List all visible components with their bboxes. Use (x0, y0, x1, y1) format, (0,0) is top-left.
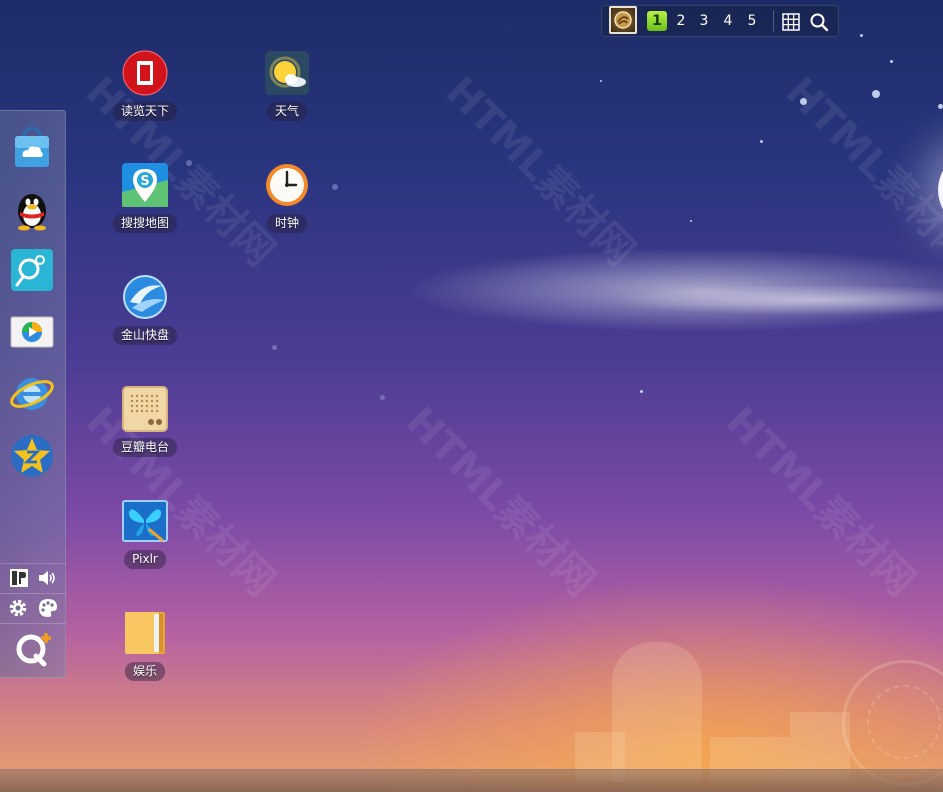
qq-browser-icon (11, 249, 53, 291)
app-weather[interactable]: 天气 (242, 48, 332, 121)
dock-divider (0, 593, 66, 594)
moon-glow (938, 150, 943, 230)
desktop-pager: 1 2 3 4 5 (601, 5, 839, 37)
grid-view-icon (782, 13, 800, 31)
map-pin-icon: S (122, 163, 168, 207)
page-1-button[interactable]: 1 (647, 11, 667, 31)
dock-qq[interactable] (9, 185, 55, 231)
star-decoration (690, 220, 692, 222)
app-entertainment-folder[interactable]: 娱乐 (100, 608, 190, 681)
city-silhouette (612, 642, 702, 782)
dock-qq-browser[interactable] (9, 247, 55, 293)
app-label: 时钟 (266, 214, 307, 233)
app-label: 娱乐 (124, 662, 165, 681)
app-sogou-map[interactable]: S 搜搜地图 (100, 160, 190, 233)
app-douban[interactable]: 豆瓣电台 (100, 384, 190, 457)
theme-button[interactable] (37, 597, 59, 619)
watermark: HTML素材网 (436, 68, 644, 276)
star-decoration (860, 34, 863, 37)
theme-palette-icon (39, 599, 57, 617)
weather-sun-icon (265, 51, 309, 95)
qzone-star-icon (11, 435, 53, 477)
app-label: Pixlr (124, 550, 166, 569)
cloud-disk-icon (123, 275, 167, 319)
qplus-button[interactable] (14, 629, 54, 669)
app-label: 天气 (266, 102, 307, 121)
star-decoration (332, 184, 338, 190)
tencent-video-icon (10, 316, 54, 348)
dock-qzone[interactable] (9, 433, 55, 479)
page-3-button[interactable]: 3 (694, 11, 714, 31)
star-decoration (760, 140, 763, 143)
app-label: 读览天下 (112, 102, 177, 121)
dock-tencent-video[interactable] (9, 309, 55, 355)
app-kuaipan[interactable]: 金山快盘 (100, 272, 190, 345)
app-pixlr[interactable]: Pixlr (100, 496, 190, 569)
desktop-wallpaper: HTML素材网 HTML素材网 HTML素材网 HTML素材网 HTML素材网 … (0, 0, 943, 792)
svg-text:S: S (140, 174, 149, 189)
app-label: 金山快盘 (112, 326, 177, 345)
volume-button[interactable] (36, 567, 58, 589)
search-icon (810, 13, 829, 32)
page-2-button[interactable]: 2 (671, 11, 691, 31)
avatar-emblem-icon (614, 11, 632, 29)
star-decoration (890, 60, 893, 63)
app-read[interactable]: 读览天下 (100, 48, 190, 121)
dock-divider (0, 563, 66, 564)
watermark: HTML素材网 (396, 398, 604, 606)
sidebar-dock (0, 110, 66, 678)
radio-icon (122, 386, 168, 432)
butterfly-icon (122, 500, 168, 542)
star-decoration (600, 80, 602, 82)
red-book-icon (122, 50, 168, 96)
star-decoration (800, 98, 807, 105)
star-decoration (872, 90, 880, 98)
internet-explorer-icon (10, 378, 54, 410)
pager-divider (773, 10, 774, 32)
folder-icon (125, 612, 165, 654)
settings-button[interactable] (7, 597, 29, 619)
clock-icon (266, 164, 308, 206)
dock-divider (0, 623, 66, 624)
dock-app-store[interactable] (9, 123, 55, 169)
page-4-button[interactable]: 4 (718, 11, 738, 31)
ime-icon (10, 569, 28, 587)
watermark: HTML素材网 (776, 68, 943, 276)
volume-icon (39, 571, 55, 585)
watermark: HTML素材网 (716, 398, 924, 606)
qplus-logo-icon (16, 633, 51, 667)
star-decoration (272, 345, 277, 350)
star-decoration (938, 104, 943, 109)
ferris-wheel-decoration (842, 660, 943, 786)
star-decoration (380, 395, 385, 400)
search-button[interactable] (809, 12, 829, 32)
settings-icon (9, 599, 27, 617)
page-5-button[interactable]: 5 (742, 11, 762, 31)
dock-internet-explorer[interactable] (9, 371, 55, 417)
star-decoration (640, 390, 643, 393)
ime-button[interactable] (8, 567, 30, 589)
bottom-taskbar (0, 769, 943, 792)
user-avatar[interactable] (609, 6, 637, 34)
app-clock[interactable]: 时钟 (242, 160, 332, 233)
app-label: 豆瓣电台 (112, 438, 177, 457)
grid-view-button[interactable] (781, 12, 801, 32)
qq-penguin-icon (18, 194, 46, 231)
app-label: 搜搜地图 (112, 214, 177, 233)
app-store-icon (15, 126, 49, 167)
